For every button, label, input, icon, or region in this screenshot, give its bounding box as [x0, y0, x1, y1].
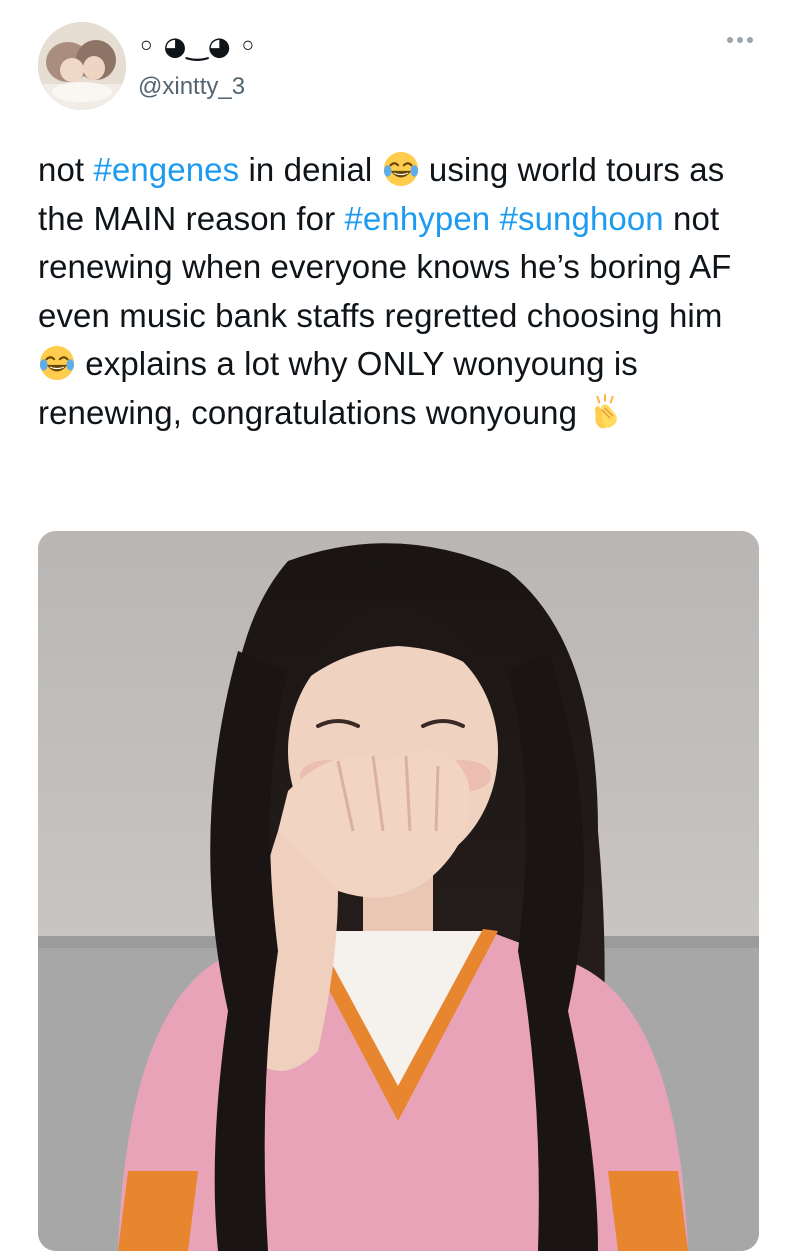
face-with-tears-of-joy-icon: [382, 150, 420, 188]
tweet-text-segment: explains a lot why ONLY wonyoung is rene…: [38, 345, 638, 431]
media-image: [38, 531, 759, 1251]
more-dot: [727, 37, 733, 43]
more-dot: [747, 37, 753, 43]
tweet-media-photo[interactable]: [38, 531, 759, 1251]
hashtag-link[interactable]: #engenes: [93, 151, 239, 188]
more-dot: [737, 37, 743, 43]
face-with-tears-of-joy-icon: [38, 344, 76, 382]
hashtag-link[interactable]: #sunghoon: [500, 200, 664, 237]
author-handle[interactable]: @xintty_3: [138, 72, 245, 102]
hashtag-link[interactable]: #enhypen: [344, 200, 490, 237]
clapping-hands-icon: [586, 393, 624, 431]
tweet-text-segment: [490, 200, 499, 237]
avatar-image: [38, 22, 126, 110]
more-options-icon[interactable]: [720, 30, 760, 50]
author-avatar[interactable]: [38, 22, 126, 110]
tweet-text-segment: not: [38, 151, 94, 188]
author-display-name[interactable]: ◦ ◕‿◕ ◦: [138, 30, 256, 64]
tweet-text-segment: in denial: [239, 151, 382, 188]
tweet-text: not #engenes in denial using world tours…: [38, 146, 763, 437]
